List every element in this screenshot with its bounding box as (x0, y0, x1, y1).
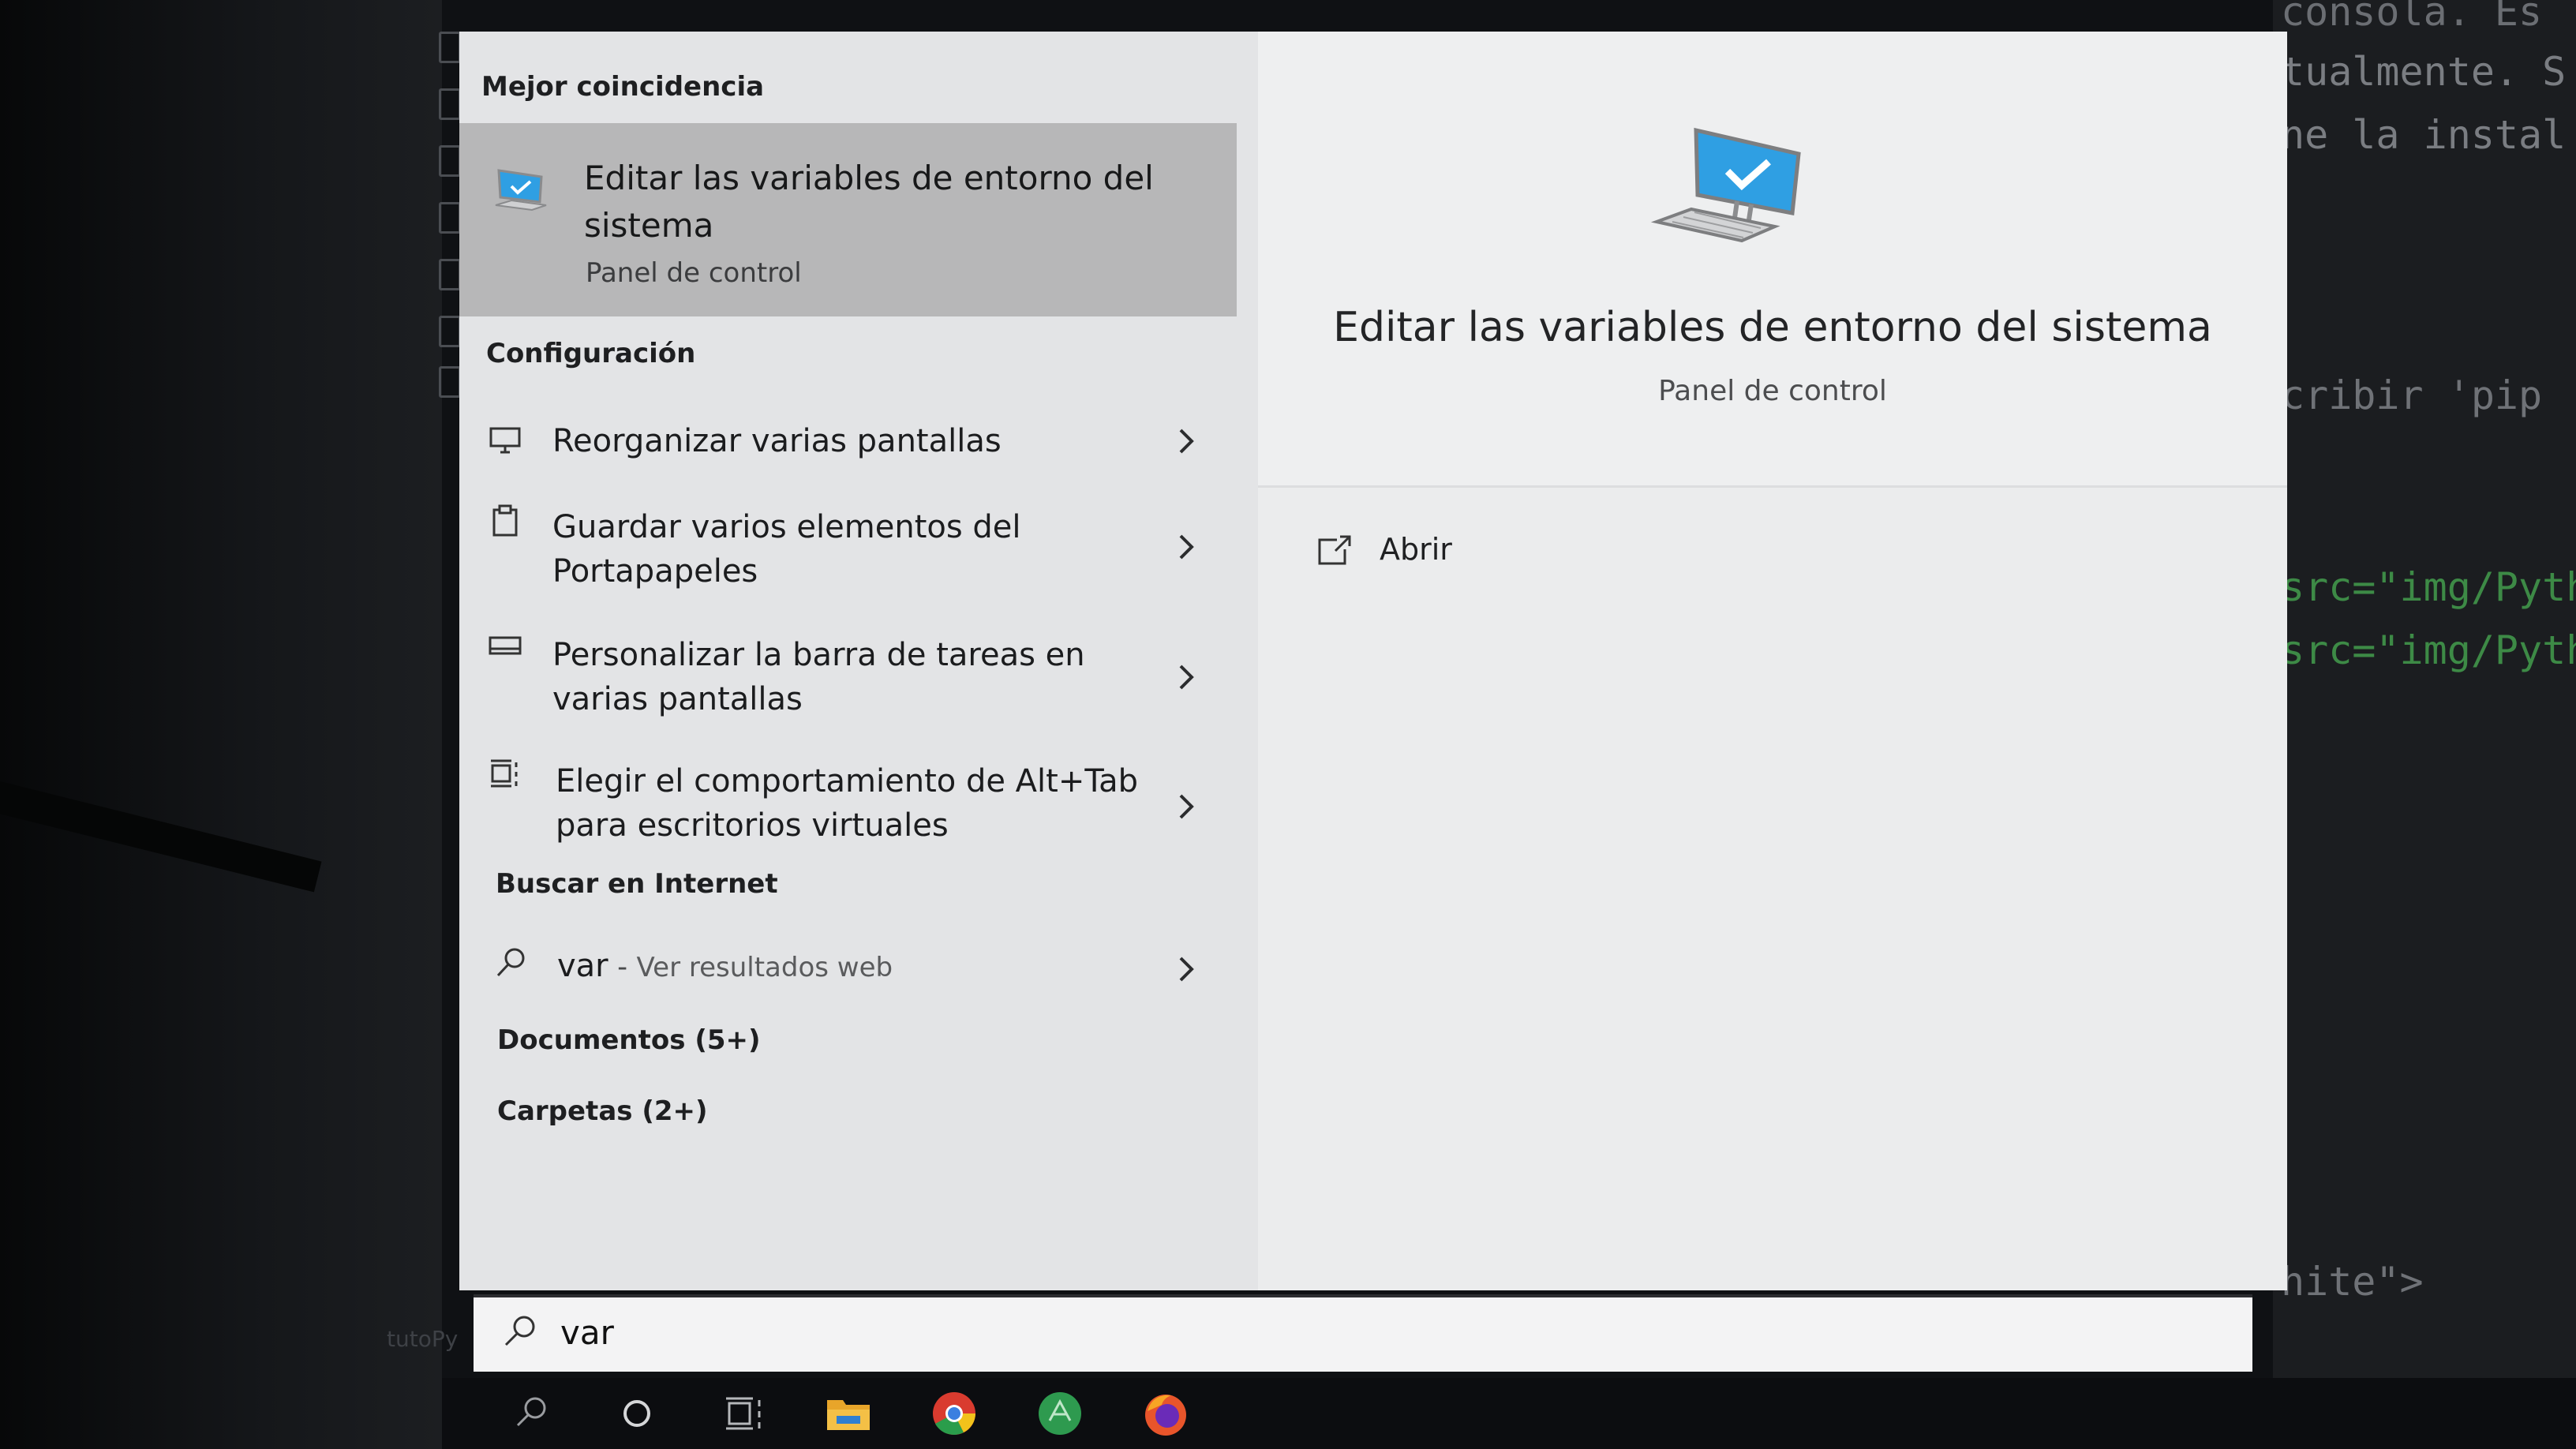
search-input[interactable] (560, 1309, 1981, 1356)
best-match-subtitle: Panel de control (586, 257, 802, 289)
documents-category[interactable]: Documentos (5+) (497, 1024, 761, 1056)
web-hint: Ver resultados web (636, 952, 893, 983)
folders-category[interactable]: Carpetas (2+) (497, 1095, 708, 1127)
chevron-right-icon (1179, 957, 1194, 982)
code-line: hite"> (2281, 1259, 2424, 1305)
code-line: cribir 'pip (2281, 373, 2543, 418)
firefox-icon[interactable] (1140, 1387, 1192, 1440)
monitor-icon (489, 427, 521, 454)
open-icon (1318, 535, 1351, 565)
file-icon (439, 202, 461, 234)
open-action-label: Abrir (1380, 532, 1452, 567)
file-icon (439, 366, 461, 398)
computer-check-icon (495, 169, 547, 212)
code-line: ne la instal (2281, 112, 2567, 158)
preview-subtitle: Panel de control (1658, 375, 1887, 407)
preview-header: Editar las variables de entorno del sist… (1258, 32, 2287, 488)
search-results-panel: Mejor coincidencia Editar las variables … (459, 32, 2287, 1290)
settings-item-label: Reorganizar varias pantallas (552, 423, 1002, 459)
settings-item-alt-tab[interactable]: Elegir el comportamiento de Alt+Tab para… (459, 742, 1237, 860)
file-icon (439, 88, 461, 120)
section-header-best-match: Mejor coincidencia (481, 71, 765, 103)
preview-title: Editar las variables de entorno del sist… (1333, 304, 2212, 351)
computer-check-icon (1650, 127, 1801, 243)
taskbar-icon (489, 636, 522, 655)
file-icon (439, 32, 461, 63)
clipboard-icon (492, 504, 518, 537)
web-search-result[interactable]: var - Ver resultados web (459, 931, 1237, 1002)
chevron-right-icon (1179, 794, 1194, 819)
settings-item-taskbar-displays[interactable]: Personalizar la barra de tareas en varia… (459, 616, 1237, 734)
editor-file-label: tutoPy (387, 1326, 459, 1352)
search-icon (496, 948, 525, 977)
chevron-right-icon (1179, 429, 1194, 454)
background-desk (0, 0, 442, 1449)
settings-item-clipboard-history[interactable]: Guardar varios elementos del Portapapele… (459, 488, 1237, 606)
chrome-icon[interactable] (928, 1387, 980, 1440)
section-header-web: Buscar en Internet (496, 868, 778, 900)
cortana-icon[interactable] (611, 1387, 663, 1440)
file-icon (439, 316, 461, 347)
search-box (474, 1294, 2252, 1372)
settings-item-label: Elegir el comportamiento de Alt+Tab para… (556, 763, 1139, 844)
search-icon[interactable] (505, 1387, 557, 1440)
code-line: src="img/Pyth (2281, 627, 2576, 673)
file-explorer-icon[interactable] (822, 1387, 874, 1440)
settings-item-rearrange-displays[interactable]: Reorganizar varias pantallas (459, 406, 1237, 477)
file-icon (439, 259, 461, 290)
taskbar (442, 1378, 2576, 1449)
code-line: tualmente. S (2281, 49, 2567, 95)
search-icon (504, 1316, 535, 1346)
app-icon[interactable] (1034, 1387, 1086, 1440)
settings-item-label: Guardar varios elementos del Portapapele… (552, 509, 1021, 590)
settings-item-label: Personalizar la barra de tareas en varia… (552, 637, 1085, 717)
code-line: src="img/Pyth (2281, 564, 2576, 610)
task-view-icon[interactable] (717, 1387, 769, 1440)
section-header-settings: Configuración (486, 338, 696, 369)
best-match-result[interactable]: Editar las variables de entorno del sist… (459, 123, 1237, 316)
code-editor-window (2273, 0, 2576, 1449)
web-search-label: var - Ver resultados web (557, 944, 893, 990)
file-icon (439, 145, 461, 177)
task-view-icon (491, 759, 518, 788)
chevron-right-icon (1179, 534, 1194, 560)
web-query: var (557, 948, 608, 984)
results-list: Mejor coincidencia Editar las variables … (459, 32, 1258, 1290)
code-line: consola. Es (2281, 0, 2543, 35)
chevron-right-icon (1179, 665, 1194, 690)
best-match-title: Editar las variables de entorno del sist… (584, 159, 1154, 245)
preview-pane: Editar las variables de entorno del sist… (1258, 32, 2287, 1290)
web-separator: - (608, 951, 637, 983)
